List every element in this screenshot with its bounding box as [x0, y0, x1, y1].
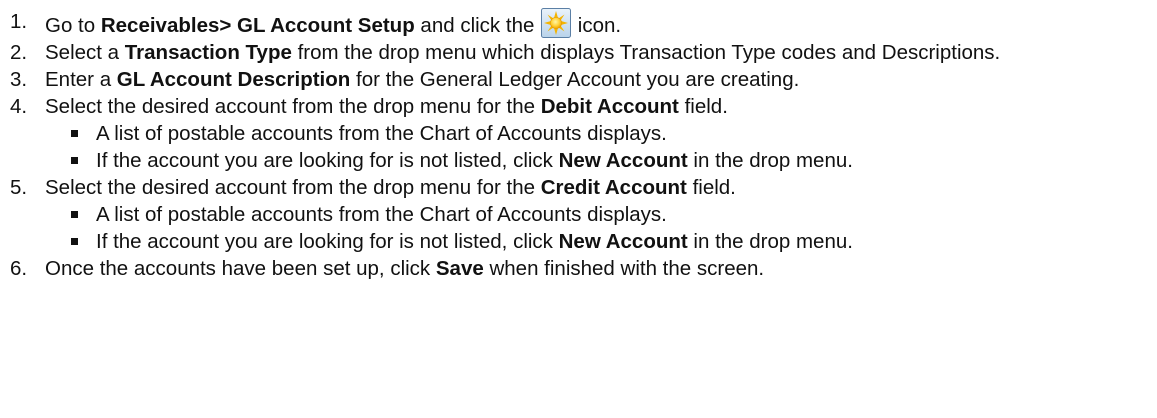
step-number: 3.	[10, 68, 28, 91]
bold-ui-term: Save	[435, 257, 484, 280]
instruction-text: Once the accounts have been set up, clic…	[45, 257, 436, 280]
square-bullet-icon	[71, 130, 78, 137]
instruction-text: when finished with the screen.	[483, 257, 765, 280]
bold-ui-term: Receivables> GL Account Setup	[100, 14, 415, 37]
bold-ui-term: Debit Account	[540, 95, 679, 118]
instruction-text: in the drop menu.	[687, 149, 853, 172]
instruction-text: Go to	[45, 14, 101, 37]
instruction-text: A list of postable accounts from the Cha…	[96, 203, 667, 226]
sub-bullet: If the account you are looking for is no…	[0, 147, 1157, 174]
instruction-text: Select the desired account from the drop…	[45, 176, 541, 199]
instruction-text: If the account you are looking for is no…	[96, 230, 559, 253]
instruction-list: 1. Go to Receivables> GL Account Setup an…	[0, 8, 1157, 282]
instruction-text: from the drop menu which displays Transa…	[291, 41, 1001, 64]
instruction-text: A list of postable accounts from the Cha…	[96, 122, 667, 145]
sub-bullet: A list of postable accounts from the Cha…	[0, 201, 1157, 228]
instruction-text: Enter a	[45, 68, 117, 91]
step-number: 6.	[10, 257, 28, 280]
sub-bullet: A list of postable accounts from the Cha…	[0, 120, 1157, 147]
square-bullet-icon	[71, 157, 78, 164]
instruction-text: Select the desired account from the drop…	[45, 95, 541, 118]
step-6: 6. Once the accounts have been set up, cl…	[0, 255, 1157, 282]
step-4: 4. Select the desired account from the dr…	[0, 93, 1157, 120]
square-bullet-icon	[71, 238, 78, 245]
new-record-sun-icon	[541, 8, 572, 38]
step-5: 5. Select the desired account from the dr…	[0, 174, 1157, 201]
instruction-text: in the drop menu.	[687, 230, 853, 253]
step-2: 2. Select a Transaction Type from the dro…	[0, 39, 1157, 66]
step-number: 4.	[10, 95, 28, 118]
bold-ui-term: Transaction Type	[124, 41, 292, 64]
step-1: 1. Go to Receivables> GL Account Setup an…	[0, 8, 1157, 39]
bold-ui-term: New Account	[558, 149, 688, 172]
bold-ui-term: New Account	[558, 230, 688, 253]
instruction-text: Select a	[45, 41, 125, 64]
step-3: 3. Enter a GL Account Description for the…	[0, 66, 1157, 93]
instruction-text: icon.	[577, 14, 622, 37]
step-number: 2.	[10, 41, 28, 64]
step-number: 1.	[10, 10, 28, 33]
instruction-text: field.	[686, 176, 736, 199]
instruction-text: If the account you are looking for is no…	[96, 149, 559, 172]
step-number: 5.	[10, 176, 28, 199]
bold-ui-term: GL Account Description	[116, 68, 351, 91]
instruction-text: field.	[678, 95, 728, 118]
instruction-text: for the General Ledger Account you are c…	[350, 68, 800, 91]
sub-bullet: If the account you are looking for is no…	[0, 228, 1157, 255]
instruction-text: and click the	[414, 14, 541, 37]
bold-ui-term: Credit Account	[540, 176, 687, 199]
square-bullet-icon	[71, 211, 78, 218]
